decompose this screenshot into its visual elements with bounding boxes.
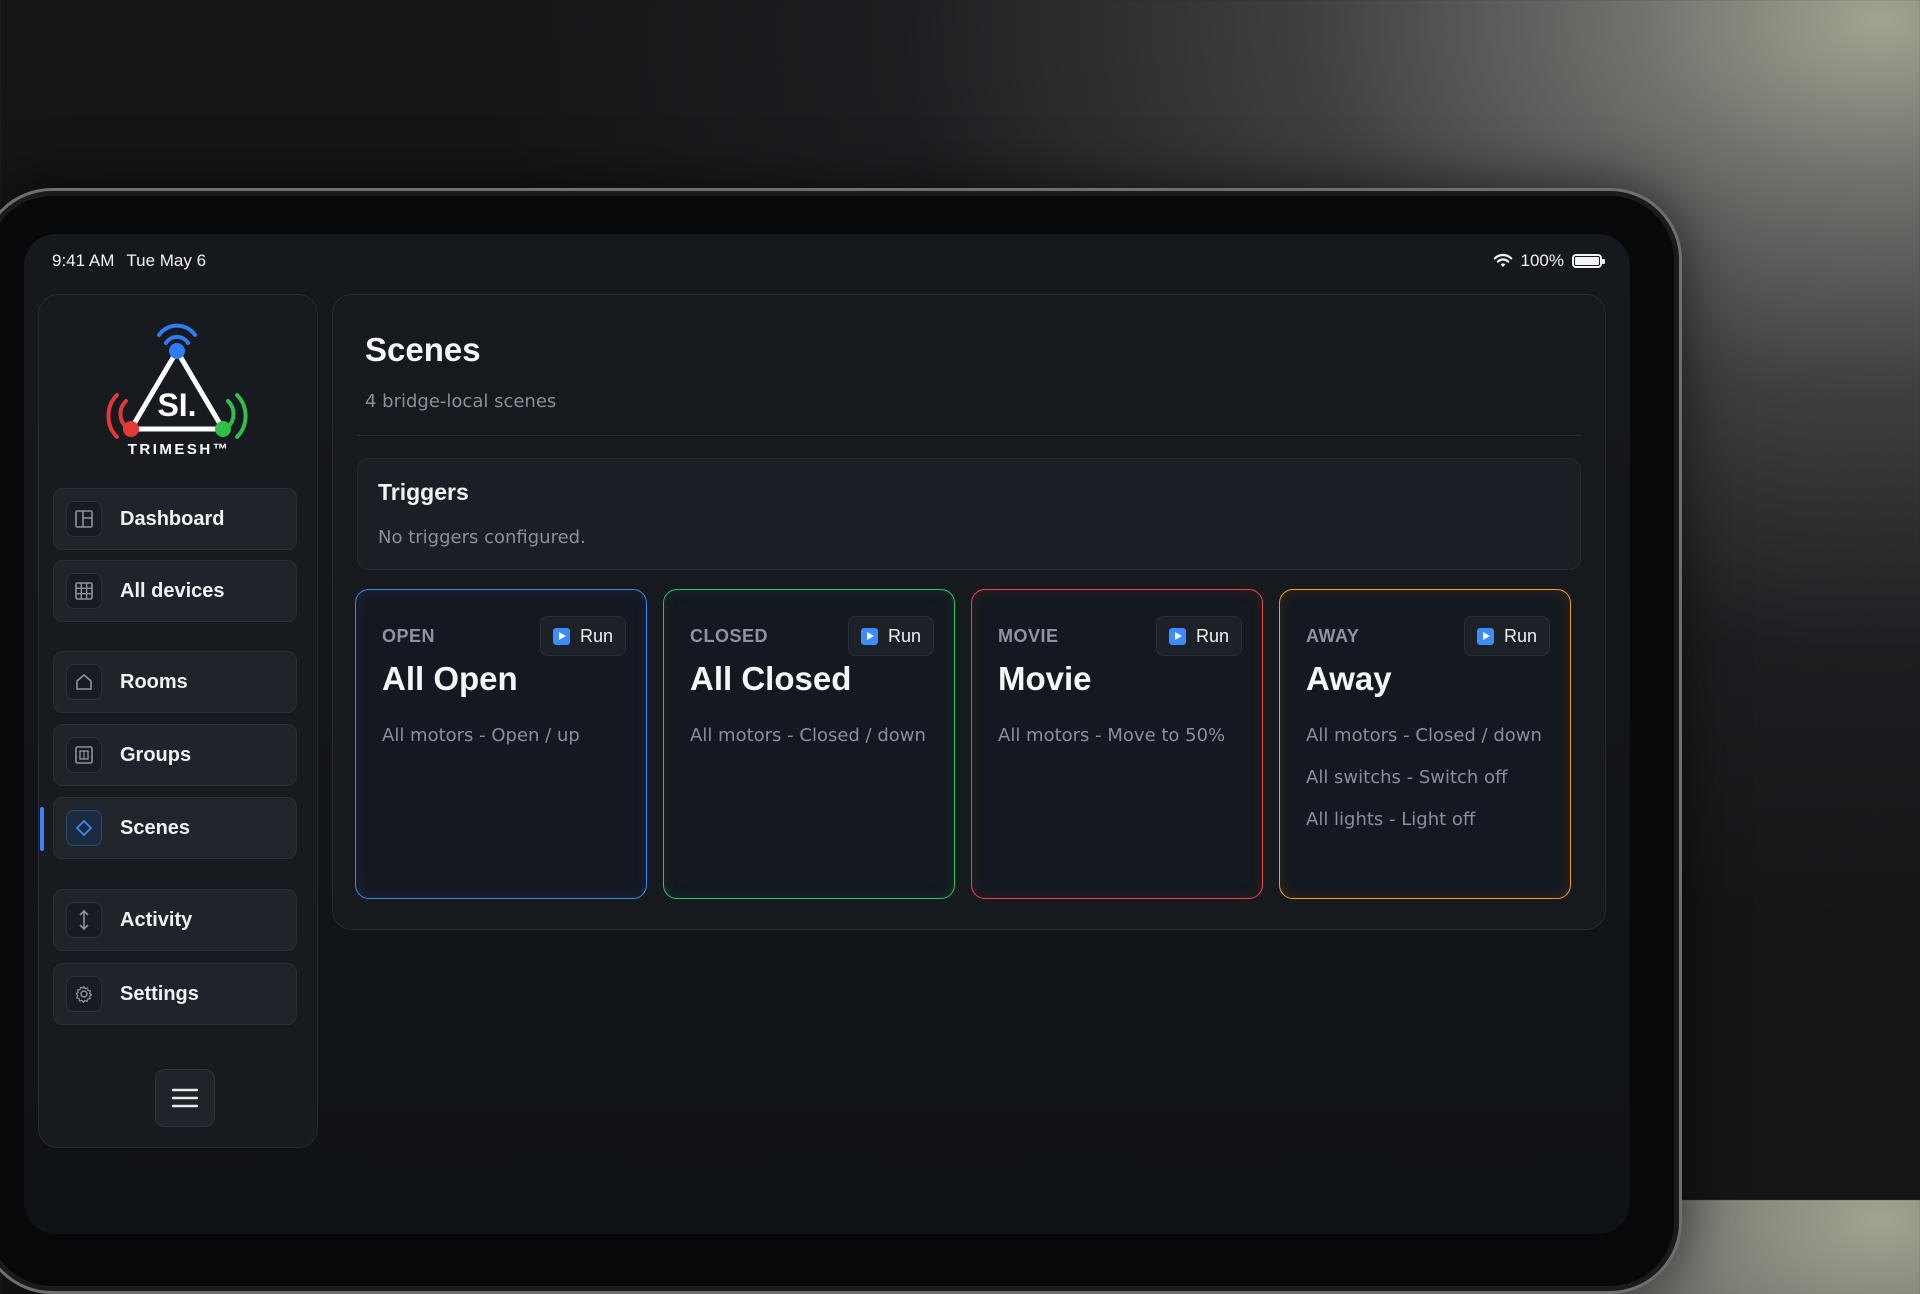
page-subtitle: 4 bridge-local scenes xyxy=(365,391,557,412)
scene-name: All Open xyxy=(382,660,518,697)
layers-icon xyxy=(66,737,102,773)
scene-card-movie[interactable]: MOVIE Run Movie All motors - Move to 50% xyxy=(971,589,1263,899)
sidebar-item-all-devices[interactable]: All devices xyxy=(53,560,297,622)
triggers-empty-text: No triggers configured. xyxy=(378,527,586,548)
status-time: 9:41 AM xyxy=(52,251,115,270)
play-icon xyxy=(860,627,878,645)
play-icon xyxy=(1168,627,1186,645)
scene-action: All motors - Closed / down xyxy=(1306,725,1542,746)
sidebar-item-label: Scenes xyxy=(120,816,191,839)
battery-icon xyxy=(1572,254,1605,268)
layout-icon xyxy=(66,501,102,537)
diamond-icon xyxy=(66,810,102,846)
status-date: Tue May 6 xyxy=(126,251,207,270)
sidebar-item-groups[interactable]: Groups xyxy=(53,724,297,786)
sidebar-item-label: Groups xyxy=(120,743,192,766)
run-label: Run xyxy=(887,625,921,646)
scene-kicker: MOVIE xyxy=(998,626,1059,646)
scene-action: All motors - Move to 50% xyxy=(998,725,1226,746)
scene-card-open[interactable]: OPEN Run All Open All motors - Open / up xyxy=(355,589,647,899)
run-scene-button[interactable]: Run xyxy=(1463,616,1550,656)
sidebar-item-scenes[interactable]: Scenes xyxy=(40,797,297,859)
sidebar-item-rooms[interactable]: Rooms xyxy=(53,651,297,713)
scene-name: All Closed xyxy=(690,660,852,697)
play-icon xyxy=(1476,627,1494,645)
sidebar-item-label: Settings xyxy=(120,982,199,1005)
run-label: Run xyxy=(1503,625,1537,646)
sidebar-item-label: Dashboard xyxy=(120,507,225,530)
scene-kicker: OPEN xyxy=(382,626,436,646)
play-icon xyxy=(552,627,570,645)
sidebar-item-dashboard[interactable]: Dashboard xyxy=(53,488,297,550)
scene-card-away[interactable]: AWAY Run Away All motors - Closed / down All… xyxy=(1279,589,1571,899)
page-title: Scenes xyxy=(365,331,481,368)
sidebar-item-label: All devices xyxy=(120,579,225,602)
scene-name: Away xyxy=(1306,660,1392,697)
trimesh-logo: SI. TRIMESH™ xyxy=(106,323,248,458)
sidebar-item-activity[interactable]: Activity xyxy=(53,889,297,951)
hamburger-icon xyxy=(172,1088,198,1108)
scenes-panel: Scenes 4 bridge-local scenes Triggers No… xyxy=(332,294,1606,930)
grid-icon xyxy=(66,573,102,609)
scene-card-closed[interactable]: CLOSED Run All Closed All motors - Closed /… xyxy=(663,589,955,899)
sidebar: SI. TRIMESH™ Dashboard All devices Rooms xyxy=(38,294,318,1148)
scene-actions: All motors - Closed / down All switchs - … xyxy=(1306,724,1560,850)
run-label: Run xyxy=(1195,625,1229,646)
run-scene-button[interactable]: Run xyxy=(1155,616,1242,656)
battery-fill xyxy=(1575,257,1599,265)
scene-action: All switchs - Switch off xyxy=(1306,767,1508,788)
run-scene-button[interactable]: Run xyxy=(539,616,626,656)
active-indicator xyxy=(40,807,44,851)
triggers-section: Triggers No triggers configured. xyxy=(357,458,1581,570)
sidebar-item-label: Rooms xyxy=(120,670,188,693)
scene-action: All lights - Light off xyxy=(1306,809,1476,830)
divider xyxy=(357,435,1581,436)
sidebar-item-settings[interactable]: Settings xyxy=(53,963,297,1025)
sidebar-item-label: Activity xyxy=(120,908,193,931)
updown-icon xyxy=(66,902,102,938)
scene-action: All motors - Closed / down xyxy=(690,725,926,746)
svg-text:TRIMESH™: TRIMESH™ xyxy=(128,441,231,458)
run-label: Run xyxy=(579,625,613,646)
scene-kicker: CLOSED xyxy=(690,626,769,646)
gear-icon xyxy=(66,976,102,1012)
run-scene-button[interactable]: Run xyxy=(847,616,934,656)
scene-actions: All motors - Open / up xyxy=(382,724,636,766)
home-icon xyxy=(66,664,102,700)
battery-percent: 100% xyxy=(1520,251,1564,270)
scene-kicker: AWAY xyxy=(1306,626,1360,646)
menu-button[interactable] xyxy=(155,1069,215,1127)
scene-actions: All motors - Closed / down xyxy=(690,724,944,766)
scene-actions: All motors - Move to 50% xyxy=(998,724,1252,766)
status-bar: 9:41 AM Tue May 6 100% xyxy=(52,248,1605,274)
triggers-title: Triggers xyxy=(378,479,469,505)
wifi-icon xyxy=(1493,253,1512,267)
scene-action: All motors - Open / up xyxy=(382,725,580,746)
scene-name: Movie xyxy=(998,660,1092,697)
svg-text:SI.: SI. xyxy=(157,387,196,423)
tablet-screen: 9:41 AM Tue May 6 100% SI. TRIMESH™ Dash… xyxy=(24,234,1630,1234)
